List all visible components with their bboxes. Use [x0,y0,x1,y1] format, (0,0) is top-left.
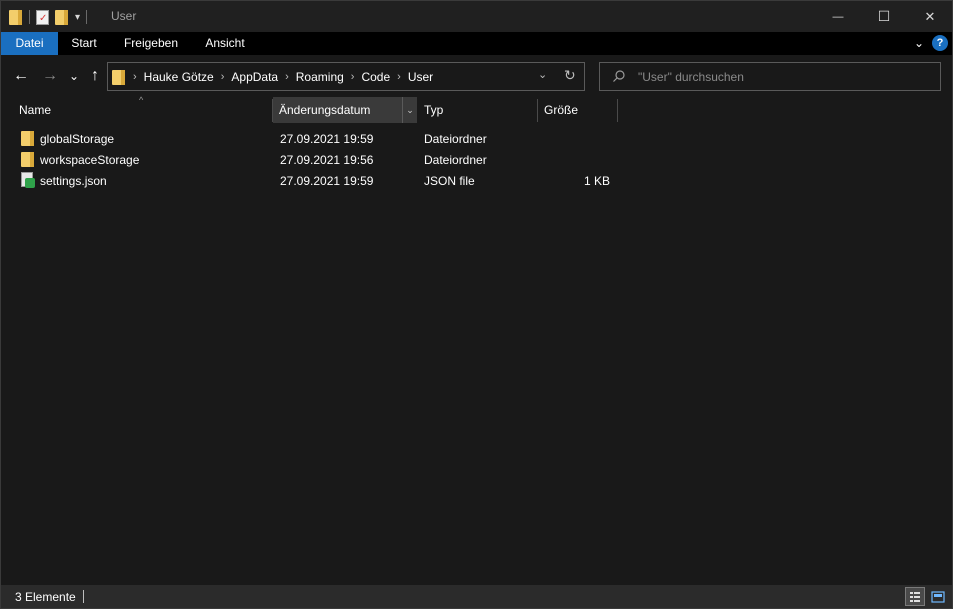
column-header-type[interactable]: Typ [418,97,536,123]
column-header-name[interactable]: Name [13,97,271,123]
breadcrumb-item-code[interactable]: Code [357,70,394,84]
status-bar: 3 Elemente [1,585,952,608]
tab-datei[interactable]: Datei [1,32,58,55]
breadcrumb-separator-icon[interactable]: › [130,71,140,83]
folder-icon [9,9,23,25]
folder-icon [112,69,126,85]
tab-start[interactable]: Start [58,32,110,55]
address-bar[interactable]: › Hauke Götze › AppData › Roaming › Code… [107,62,585,91]
breadcrumb-item-hauke-goetze[interactable]: Hauke Götze [140,70,218,84]
toolbar-separator [86,10,88,24]
properties-icon[interactable]: ✓ [36,9,49,25]
breadcrumb-item-roaming[interactable]: Roaming [292,70,348,84]
maximize-icon: ☐ [877,8,891,24]
recent-locations-button[interactable]: ⌄ [67,65,81,87]
search-box[interactable] [599,62,941,91]
json-file-icon [21,172,35,188]
new-folder-icon[interactable] [55,9,69,25]
details-view-button[interactable] [905,587,925,606]
file-date: 27.09.2021 19:59 [280,174,374,188]
search-input[interactable] [638,68,928,86]
breadcrumb-item-appdata[interactable]: AppData [227,70,282,84]
window-title: User [111,9,137,23]
breadcrumb: › Hauke Götze › AppData › Roaming › Code… [112,69,437,85]
column-divider[interactable] [617,99,618,122]
status-separator [83,590,84,603]
customize-toolbar-icon[interactable]: ▾ [75,12,80,23]
file-row-workspacestorage[interactable]: workspaceStorage 27.09.2021 19:56 Dateio… [15,149,615,170]
explorer-window: ✓ ▾ User — ☐ ✕ Datei Start Freigeben Ans… [0,0,953,609]
refresh-icon[interactable]: ↻ [564,67,576,84]
title-bar: ✓ ▾ User — ☐ ✕ [1,1,952,32]
breadcrumb-separator-icon[interactable]: › [282,71,292,83]
file-date: 27.09.2021 19:59 [280,132,374,146]
large-icons-view-icon [931,590,945,603]
file-name: globalStorage [40,132,115,146]
file-size: 1 KB [583,174,610,188]
navigation-bar: ← → ⌄ ↑ › Hauke Götze › AppData › Roamin… [1,55,952,97]
up-arrow-icon: ↑ [91,67,99,84]
column-filter-chevron-icon[interactable]: ⌄ [402,97,417,123]
folder-icon [21,130,35,146]
minimize-icon: — [832,10,844,23]
search-icon [613,70,625,82]
chevron-down-icon: ⌄ [68,69,80,83]
folder-icon [21,151,35,167]
minimize-button[interactable]: — [815,1,861,32]
file-type: JSON file [424,174,475,188]
forward-arrow-icon: → [42,67,58,84]
item-count: 3 Elemente [15,590,76,604]
back-arrow-icon: ← [13,67,29,84]
column-header-size[interactable]: Größe [538,97,616,123]
file-date: 27.09.2021 19:56 [280,153,374,167]
tab-freigeben[interactable]: Freigeben [113,32,189,55]
expand-ribbon-icon[interactable]: ⌄ [914,36,924,50]
close-button[interactable]: ✕ [907,1,953,32]
file-name: workspaceStorage [40,153,140,167]
breadcrumb-separator-icon[interactable]: › [348,71,358,83]
file-type: Dateiordner [424,153,487,167]
up-button[interactable]: ↑ [85,65,105,87]
breadcrumb-separator-icon[interactable]: › [394,71,404,83]
file-row-settings-json[interactable]: settings.json 27.09.2021 19:59 JSON file… [15,170,615,191]
breadcrumb-separator-icon[interactable]: › [218,71,228,83]
details-view-icon [910,591,920,602]
close-icon: ✕ [924,8,936,24]
file-row-globalstorage[interactable]: globalStorage 27.09.2021 19:59 Dateiordn… [15,128,615,149]
quick-access-toolbar: ✓ ▾ [9,8,88,26]
address-history-chevron-icon[interactable]: ⌄ [538,68,547,81]
column-header-date[interactable]: Änderungsdatum [273,97,417,123]
back-button[interactable]: ← [11,65,31,87]
column-headers: ^ Name Änderungsdatum ⌄ Typ Größe [1,95,952,124]
forward-button[interactable]: → [40,65,60,87]
large-icons-view-button[interactable] [928,587,948,606]
breadcrumb-item-user[interactable]: User [404,70,437,84]
column-header-date-label: Änderungsdatum [279,103,371,117]
tab-ansicht[interactable]: Ansicht [193,32,257,55]
file-name: settings.json [40,174,107,188]
ribbon-controls: ⌄ ? [914,35,948,51]
ribbon-tabs: Datei Start Freigeben Ansicht ⌄ ? [1,32,952,55]
maximize-button[interactable]: ☐ [861,1,907,32]
file-type: Dateiordner [424,132,487,146]
help-icon[interactable]: ? [932,35,948,51]
toolbar-separator [29,10,30,24]
